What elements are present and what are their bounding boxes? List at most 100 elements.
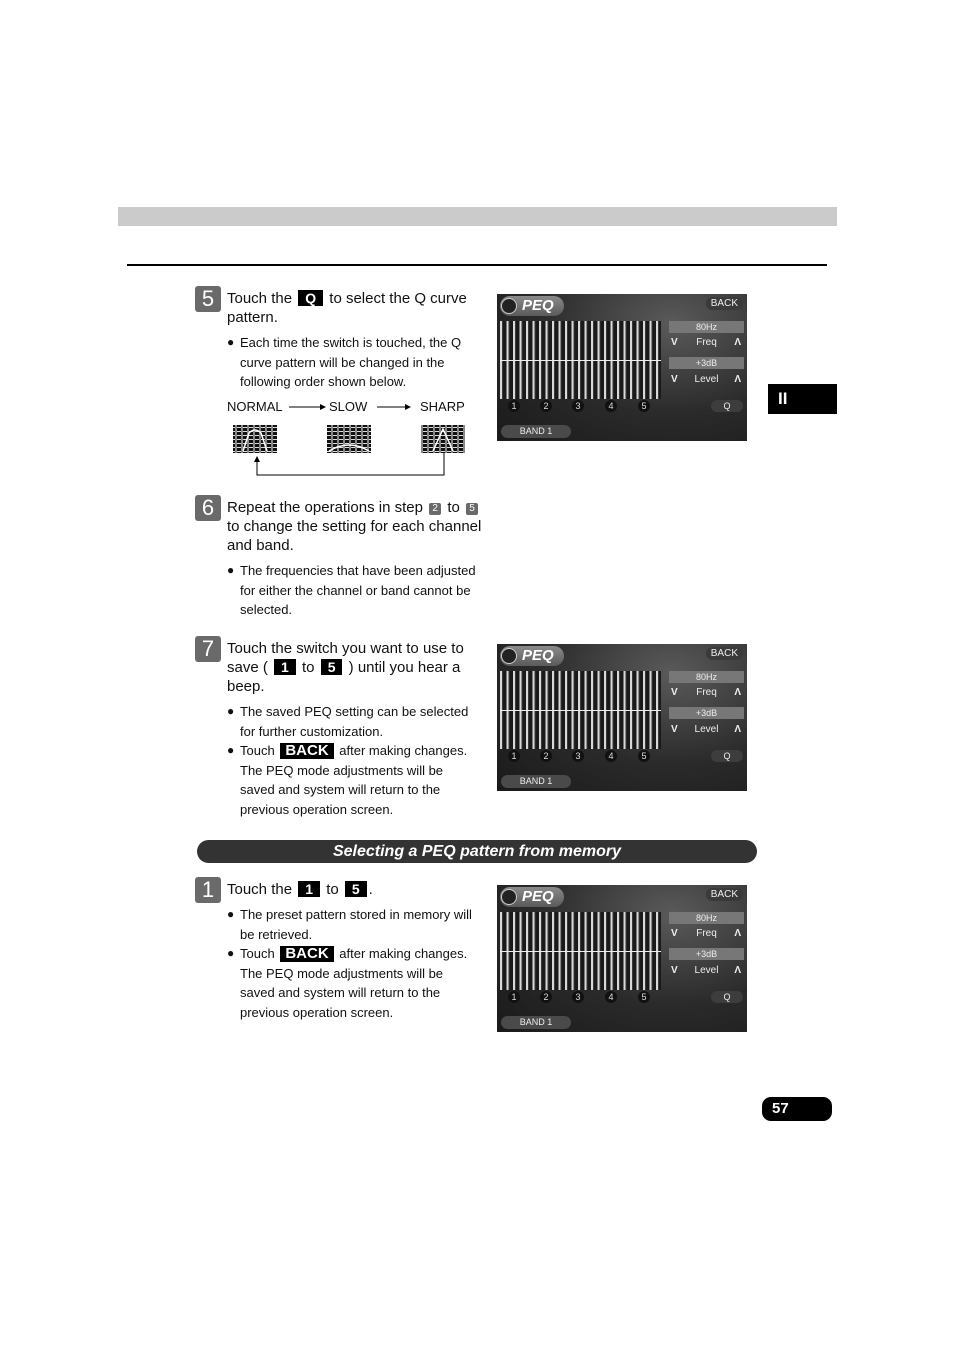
step-6-text-c: to change the setting for each channel a… (227, 518, 482, 554)
eq-curve-line (500, 951, 661, 952)
peq-screen: PEQ BACK 80Hz V Freq Λ +3dB V Level Λ 1 … (497, 885, 747, 1032)
level-value: +3dB (669, 357, 744, 369)
level-control: V Level Λ (669, 723, 744, 737)
bullet-item: Each time the switch is touched, the Q c… (227, 333, 477, 392)
q-button[interactable]: Q (711, 991, 743, 1003)
back-button[interactable]: BACK (705, 297, 743, 310)
step-number-6: 6 (195, 495, 221, 521)
step-6-text-b: to (447, 499, 460, 516)
level-up-icon[interactable]: Λ (734, 373, 741, 387)
step-6-bullets: The frequencies that have been adjusted … (227, 561, 477, 620)
step-1-text-c: . (368, 881, 373, 898)
header-band (118, 207, 837, 226)
q-key: Q (298, 290, 324, 306)
bullet-item: The saved PEQ setting can be selected fo… (227, 702, 477, 741)
step-ref-2: 2 (429, 503, 442, 515)
memory-button-3[interactable]: 3 (572, 991, 584, 1003)
back-button[interactable]: BACK (705, 888, 743, 901)
memory-button-4[interactable]: 4 (605, 750, 617, 762)
key-5: 5 (320, 659, 343, 675)
freq-control: V Freq Λ (669, 686, 744, 700)
memory-button-3[interactable]: 3 (572, 750, 584, 762)
peq-screen: PEQ BACK 80Hz V Freq Λ +3dB V Level Λ 1 … (497, 294, 747, 441)
level-label: Level (694, 965, 719, 976)
memory-button-4[interactable]: 4 (605, 991, 617, 1003)
memory-button-2[interactable]: 2 (540, 750, 552, 762)
freq-control: V Freq Λ (669, 336, 744, 350)
bullet-prefix: Touch (240, 743, 275, 758)
memory-button-4[interactable]: 4 (605, 400, 617, 412)
band-button[interactable]: BAND 1 (501, 1016, 571, 1029)
header-rule (127, 264, 827, 266)
bullet-suffix: after making changes. The PEQ mode adjus… (240, 946, 468, 1020)
freq-value: 80Hz (669, 912, 744, 924)
speaker-logo-icon (501, 648, 517, 664)
band-button[interactable]: BAND 1 (501, 775, 571, 788)
q-button[interactable]: Q (711, 400, 743, 412)
speaker-logo-icon (501, 889, 517, 905)
page-number: 57 (762, 1097, 832, 1121)
bullet-suffix: after making changes. The PEQ mode adjus… (240, 743, 468, 817)
step-7-text: Touch the switch you want to use to save… (227, 639, 482, 696)
step-7-text-b: to (302, 659, 315, 676)
q-normal-icon (233, 425, 277, 453)
freq-up-icon[interactable]: Λ (734, 336, 741, 350)
bullet-item: The preset pattern stored in memory will… (227, 905, 477, 944)
q-sequence-diagram (233, 404, 465, 476)
eq-curve-line (500, 710, 661, 711)
memory-button-5[interactable]: 5 (638, 400, 650, 412)
step-1-bullets: The preset pattern stored in memory will… (227, 905, 477, 1022)
memory-button-2[interactable]: 2 (540, 991, 552, 1003)
back-button[interactable]: BACK (705, 647, 743, 660)
bullet-prefix: Touch (240, 946, 275, 961)
freq-up-icon[interactable]: Λ (734, 686, 741, 700)
step-6-text-a: Repeat the operations in step (227, 499, 423, 516)
bullet-item-back: Touch BACK after making changes. The PEQ… (227, 741, 477, 819)
eq-curve-line (500, 360, 661, 361)
level-label: Level (694, 724, 719, 735)
memory-button-1[interactable]: 1 (508, 991, 520, 1003)
memory-button-3[interactable]: 3 (572, 400, 584, 412)
speaker-logo-icon (501, 298, 517, 314)
step-number-1: 1 (195, 877, 221, 903)
memory-button-2[interactable]: 2 (540, 400, 552, 412)
freq-value: 80Hz (669, 671, 744, 683)
freq-value: 80Hz (669, 321, 744, 333)
back-key: BACK (280, 743, 334, 759)
memory-button-5[interactable]: 5 (638, 750, 650, 762)
arrow-right-icon (289, 404, 326, 410)
step-5-text: Touch the Q to select the Q curve patter… (227, 289, 482, 327)
memory-button-1[interactable]: 1 (508, 750, 520, 762)
level-up-icon[interactable]: Λ (734, 964, 741, 978)
level-value: +3dB (669, 707, 744, 719)
q-slow-icon (327, 425, 371, 453)
step-ref-5: 5 (466, 503, 478, 515)
freq-up-icon[interactable]: Λ (734, 927, 741, 941)
freq-label: Freq (696, 337, 717, 348)
memory-button-1[interactable]: 1 (508, 400, 520, 412)
key-1: 1 (274, 659, 296, 675)
key-5: 5 (344, 881, 367, 897)
q-button[interactable]: Q (711, 750, 743, 762)
chapter-tab: II (768, 384, 837, 414)
loop-back-arrow-icon (254, 453, 445, 476)
freq-label: Freq (696, 687, 717, 698)
key-1: 1 (298, 881, 321, 897)
step-1-text-b: to (326, 881, 339, 898)
level-control: V Level Λ (669, 964, 744, 978)
peq-screen: PEQ BACK 80Hz V Freq Λ +3dB V Level Λ 1 … (497, 644, 747, 791)
step-5-text-before: Touch the (227, 290, 293, 307)
band-button[interactable]: BAND 1 (501, 425, 571, 438)
bullet-item: The frequencies that have been adjusted … (227, 561, 477, 620)
level-up-icon[interactable]: Λ (734, 723, 741, 737)
step-number-5: 5 (195, 286, 221, 312)
step-7-bullets: The saved PEQ setting can be selected fo… (227, 702, 477, 819)
freq-control: V Freq Λ (669, 927, 744, 941)
step-6-text: Repeat the operations in step 2 to 5 to … (227, 498, 482, 555)
freq-label: Freq (696, 928, 717, 939)
q-sharp-icon (421, 425, 465, 453)
level-label: Level (694, 374, 719, 385)
memory-button-5[interactable]: 5 (638, 991, 650, 1003)
level-value: +3dB (669, 948, 744, 960)
level-control: V Level Λ (669, 373, 744, 387)
